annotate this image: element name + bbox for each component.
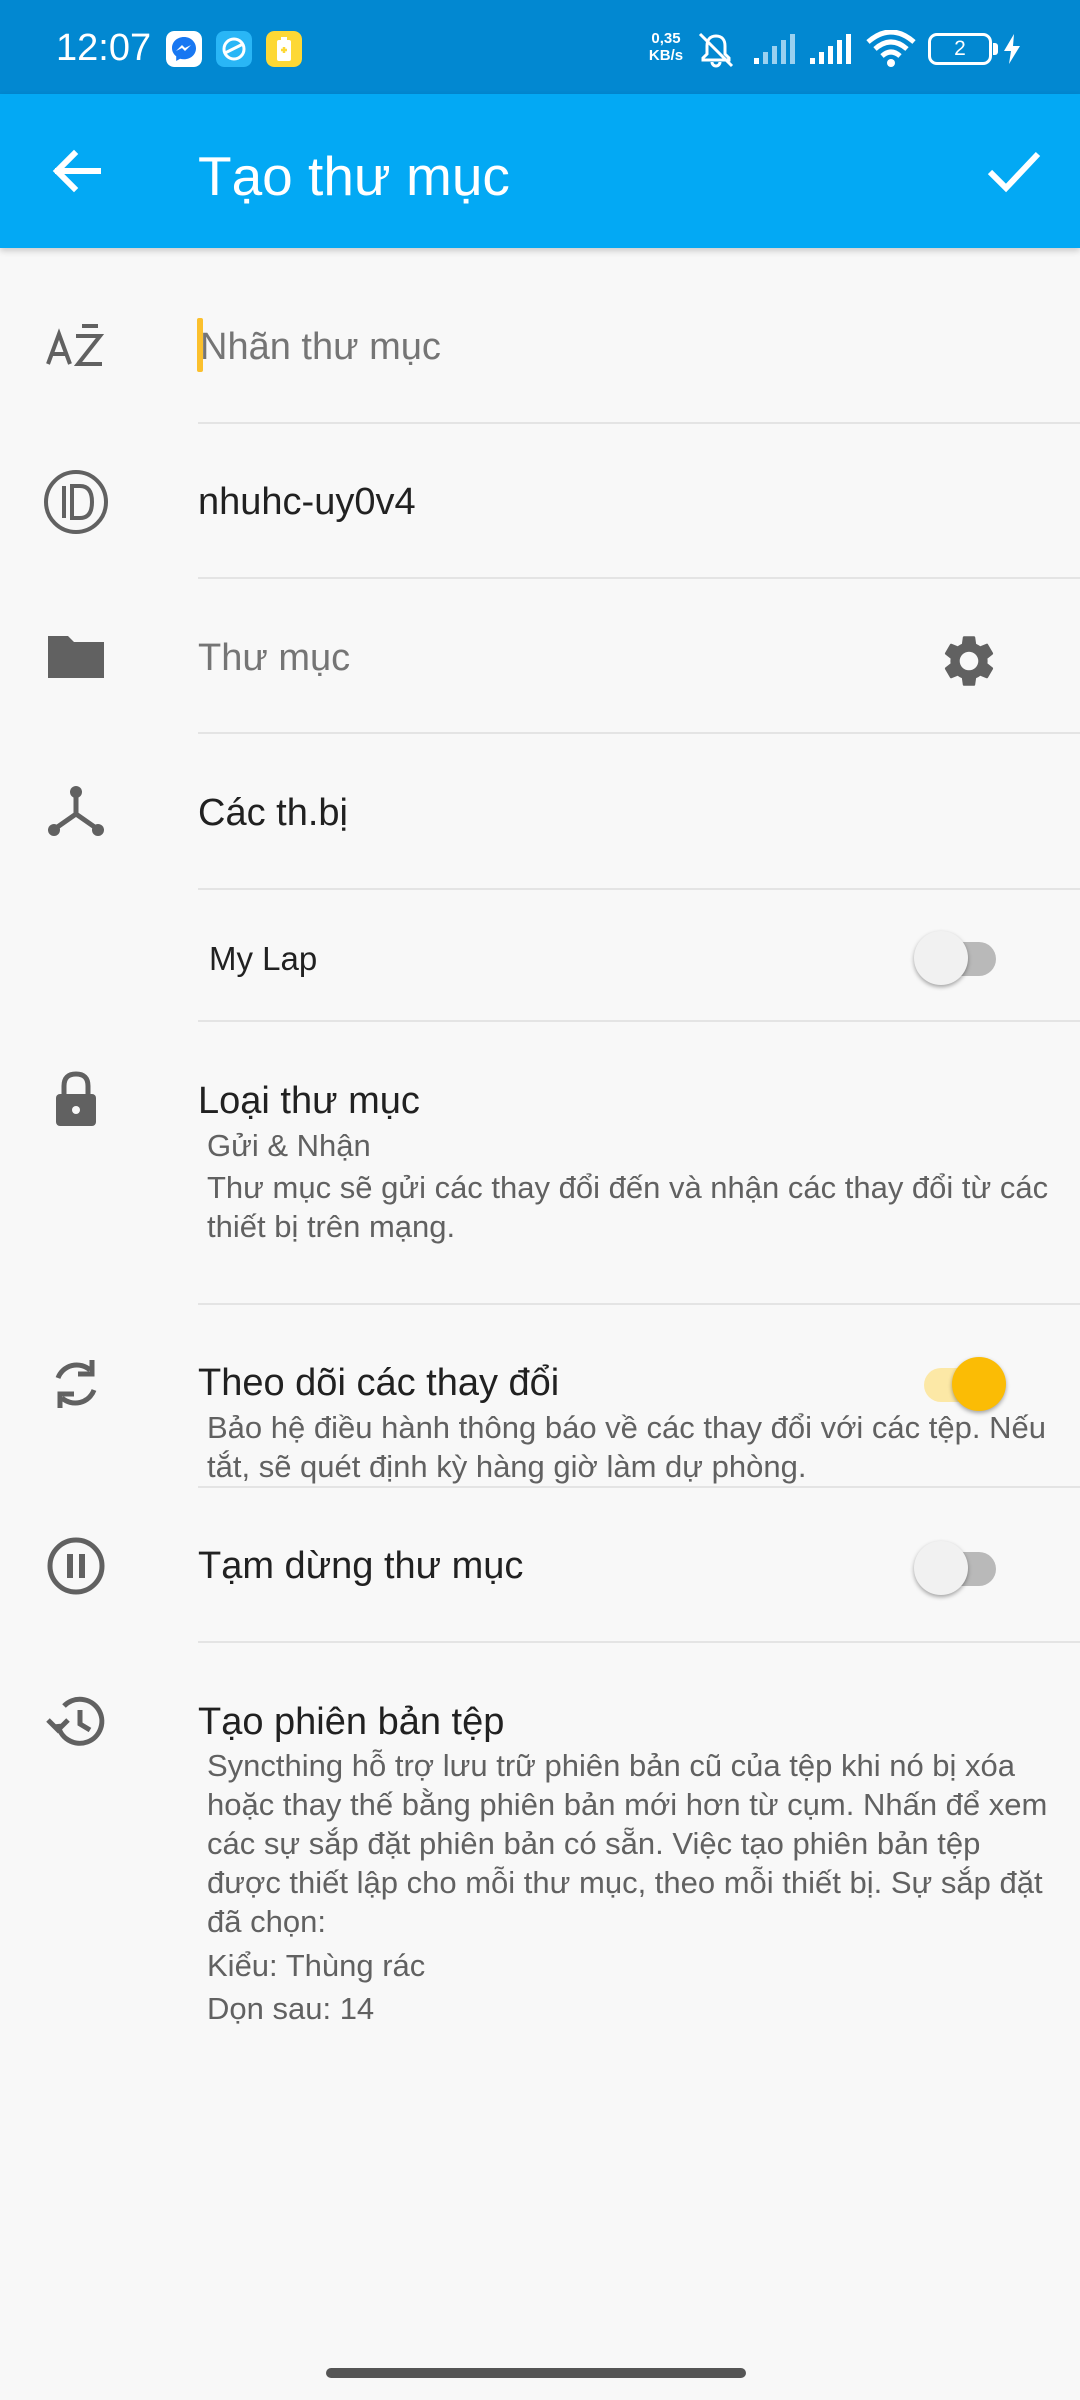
- divider: [198, 1303, 1080, 1305]
- divider: [198, 1486, 1080, 1488]
- gesture-bar[interactable]: [326, 2368, 746, 2378]
- muted-bell-icon: [698, 32, 734, 68]
- battery-saver-icon: [266, 31, 302, 67]
- divider: [198, 732, 1080, 734]
- folder-id-field[interactable]: nhuhc-uy0v4: [198, 478, 416, 526]
- versioning-type: Kiểu: Thùng rác: [207, 1948, 426, 1983]
- lock-icon: [56, 1071, 96, 1126]
- versioning-cleanup: Dọn sau: 14: [207, 1991, 375, 2026]
- device-share-toggle[interactable]: [914, 924, 1006, 988]
- messenger-icon: [166, 31, 202, 67]
- pause-folder-title: Tạm dừng thư mục: [198, 1545, 524, 1587]
- battery-tip: [993, 43, 998, 55]
- status-time: 12:07: [56, 27, 152, 69]
- divider: [198, 577, 1080, 579]
- net-speed-value: 0,35: [651, 30, 681, 47]
- page-title: Tạo thư mục: [198, 145, 510, 207]
- back-button[interactable]: [36, 130, 118, 212]
- app-bar: Tạo thư mục: [0, 94, 1080, 248]
- signal-strong-icon: [810, 34, 851, 64]
- status-bar: 12:07 0,35 KB/s 2: [0, 0, 1080, 94]
- sort-az-icon: [46, 324, 105, 366]
- folder-type-title: Loại thư mục: [198, 1080, 420, 1122]
- divider: [198, 1020, 1080, 1022]
- devices-share-icon: [48, 786, 104, 836]
- divider: [198, 422, 1080, 424]
- folder-label-input[interactable]: Nhãn thư mục: [200, 323, 441, 371]
- pause-folder-toggle[interactable]: [914, 1534, 1006, 1598]
- gear-icon[interactable]: [938, 630, 1000, 692]
- folder-type-description: Thư mục sẽ gửi các thay đổi đến và nhận …: [207, 1170, 1049, 1244]
- folder-path-input[interactable]: Thư mục: [198, 634, 350, 682]
- sync-icon: [55, 1360, 97, 1408]
- confirm-button[interactable]: [972, 130, 1054, 212]
- file-versioning-title: Tạo phiên bản tệp: [198, 1701, 505, 1743]
- folder-type-value: Gửi & Nhận: [207, 1128, 371, 1163]
- divider: [198, 888, 1080, 890]
- app-icon: [216, 31, 252, 67]
- watch-changes-title: Theo dõi các thay đổi: [198, 1362, 560, 1404]
- device-name: My Lap: [209, 940, 318, 977]
- net-speed-unit: KB/s: [648, 47, 684, 64]
- pause-icon: [47, 1537, 105, 1595]
- net-speed: 0,35 KB/s: [644, 30, 688, 64]
- devices-title: Các th.bị: [198, 792, 348, 834]
- watch-changes-toggle[interactable]: [914, 1350, 1006, 1414]
- watch-changes-description: Bảo hệ điều hành thông báo về các thay đ…: [207, 1410, 1046, 1484]
- charging-icon: [1004, 34, 1020, 64]
- file-versioning-description: Syncthing hỗ trợ lưu trữ phiên bản cũ củ…: [207, 1748, 1048, 1939]
- folder-icon: [48, 636, 104, 678]
- signal-weak-icon: [754, 34, 795, 64]
- history-icon: [46, 1696, 105, 1746]
- battery-indicator: 2: [928, 33, 992, 65]
- wifi-icon: [866, 30, 916, 67]
- divider: [198, 1641, 1080, 1643]
- id-icon: [44, 470, 108, 534]
